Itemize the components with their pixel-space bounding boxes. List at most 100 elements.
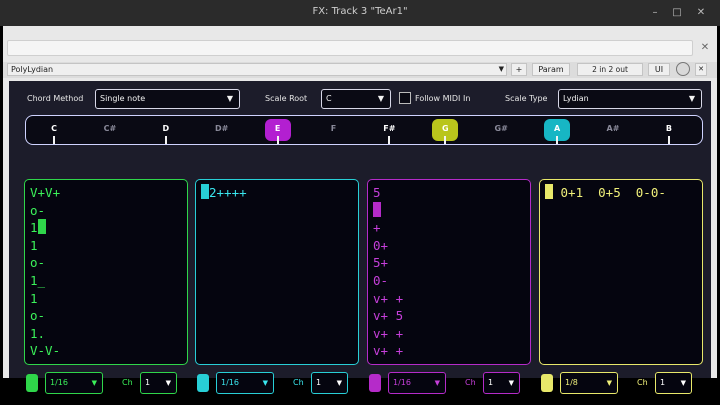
scale-root-value: C [326,94,332,103]
channel-select[interactable]: 1 ▼ [483,372,520,394]
note-d-sharp[interactable]: D# [207,124,237,133]
note-f-sharp[interactable]: F# [374,124,404,133]
channel-select[interactable]: 1 ▼ [140,372,177,394]
channel-select[interactable]: 1 ▼ [311,372,348,394]
lane-color-swatch[interactable] [541,374,553,392]
rate-value: 1/16 [50,378,68,387]
chevron-down-icon: ▼ [377,94,384,103]
pattern-lane-4[interactable]: 0+1 0+5 0-0- [539,179,703,365]
remove-fx-icon[interactable]: ✕ [698,40,712,56]
scale-root-label: Scale Root [265,94,308,103]
note-tick [444,136,447,144]
pattern-line: + [373,219,525,237]
maximize-icon[interactable]: □ [668,4,686,22]
preset-dropdown[interactable]: PolyLydian ▼ [7,63,507,76]
chord-method-select[interactable]: Single note ▼ [95,89,240,109]
note-c-sharp[interactable]: C# [95,124,125,133]
io-button[interactable]: 2 in 2 out [577,63,643,76]
note-tick [164,136,167,144]
channel-value: 1 [488,378,494,387]
lane-color-swatch[interactable] [197,374,209,392]
note-f[interactable]: F [319,124,349,133]
scale-root-select[interactable]: C ▼ [321,89,391,109]
pattern-line-text: 5 [373,185,381,200]
note-b[interactable]: B [654,124,684,133]
wet-knob[interactable] [676,62,690,76]
note-tick [388,136,391,144]
bypass-close-icon[interactable]: ✕ [695,63,707,76]
text-cursor [373,201,381,217]
chevron-down-icon: ▼ [508,379,514,387]
lane-color-swatch[interactable] [26,374,38,392]
pattern-lane-3[interactable]: 5 +0+ 5+ 0- v+ + v+ 5 v+ + v+ + [367,179,531,365]
rate-select[interactable]: 1/8 ▼ [560,372,618,394]
note-a-sharp[interactable]: A# [598,124,628,133]
rate-select[interactable]: 1/16 ▼ [388,372,446,394]
text-cursor [37,219,46,235]
ui-button[interactable]: UI [648,63,670,76]
add-preset-button[interactable]: + [511,63,527,76]
preset-name: PolyLydian [11,65,54,74]
chord-method-label: Chord Method [27,94,84,103]
channel-select[interactable]: 1 ▼ [655,372,692,394]
scale-type-select[interactable]: Lydian ▼ [558,89,702,109]
lane-color-swatch[interactable] [369,374,381,392]
rate-value: 1/16 [221,378,239,387]
plugin-panel: Chord Method Single note ▼ Scale Root C … [9,81,711,394]
chevron-down-icon: ▼ [336,379,342,387]
pattern-line: 2++++ [201,184,353,202]
pattern-line [373,201,525,220]
minimize-icon[interactable]: – [646,4,664,22]
pattern-line-text: 1 [30,220,38,236]
pattern-line: 0- [373,272,525,290]
note-g[interactable]: G [430,124,460,133]
chevron-down-icon: ▼ [226,94,233,103]
pattern-line-text: v+ + [373,343,404,359]
pattern-line: 1 [30,237,182,255]
pattern-line: v+ + [373,342,525,360]
pattern-line: 0+1 0+5 0-0- [545,184,697,202]
pattern-line: 1 [30,290,182,308]
close-icon[interactable]: ✕ [692,4,710,22]
pattern-line: V-V- [30,342,182,360]
pattern-line: o- [30,202,182,220]
note-e[interactable]: E [263,124,293,133]
chevron-down-icon: ▼ [434,379,440,387]
fx-list-field[interactable] [7,40,693,56]
rate-select[interactable]: 1/16 ▼ [45,372,103,394]
pattern-lane-1[interactable]: V+V+ o- 1 1 o- 1_ 1 o- 1. V-V- [24,179,188,365]
pattern-line: v+ + [373,325,525,343]
pattern-line: o- [30,254,182,272]
pattern-line-text: 0+ [373,237,389,253]
note-g-sharp[interactable]: G# [486,124,516,133]
pattern-line-text: 0+1 0+5 0-0- [553,185,666,200]
text-cursor [545,184,553,199]
pattern-line-text: 1_ [30,272,46,288]
pattern-line: 5 [373,184,525,202]
pattern-lane-2[interactable]: 2++++ [195,179,359,365]
pattern-line: v+ + [373,290,525,308]
rate-select[interactable]: 1/16 ▼ [216,372,274,394]
note-tick [667,136,670,144]
chevron-down-icon: ▼ [91,379,97,387]
pattern-line-text: o- [30,308,46,324]
pattern-line: 5+ [373,254,525,272]
pattern-line: 1 [30,219,182,237]
chevron-down-icon: ▼ [165,379,171,387]
note-d[interactable]: D [151,124,181,133]
pattern-line-text: + [373,220,381,236]
note-a[interactable]: A [542,124,572,133]
pattern-line-text: 5+ [373,255,389,271]
title-bar[interactable]: FX: Track 3 "TeAr1" – □ ✕ [0,0,720,26]
pattern-line-text: 1 [30,237,38,253]
text-cursor [201,184,209,199]
param-button[interactable]: Param [532,63,570,76]
scale-note-strip: C C# D D# E F F# G G# A A# B [25,115,703,145]
pattern-line-text: V+V+ [30,185,61,200]
chevron-down-icon: ▼ [498,65,504,73]
follow-midi-checkbox[interactable] [399,92,411,104]
pattern-line-text: o- [30,202,46,218]
note-c[interactable]: C [39,124,69,133]
pattern-line: o- [30,307,182,325]
pattern-line-text: 2++++ [209,185,247,200]
